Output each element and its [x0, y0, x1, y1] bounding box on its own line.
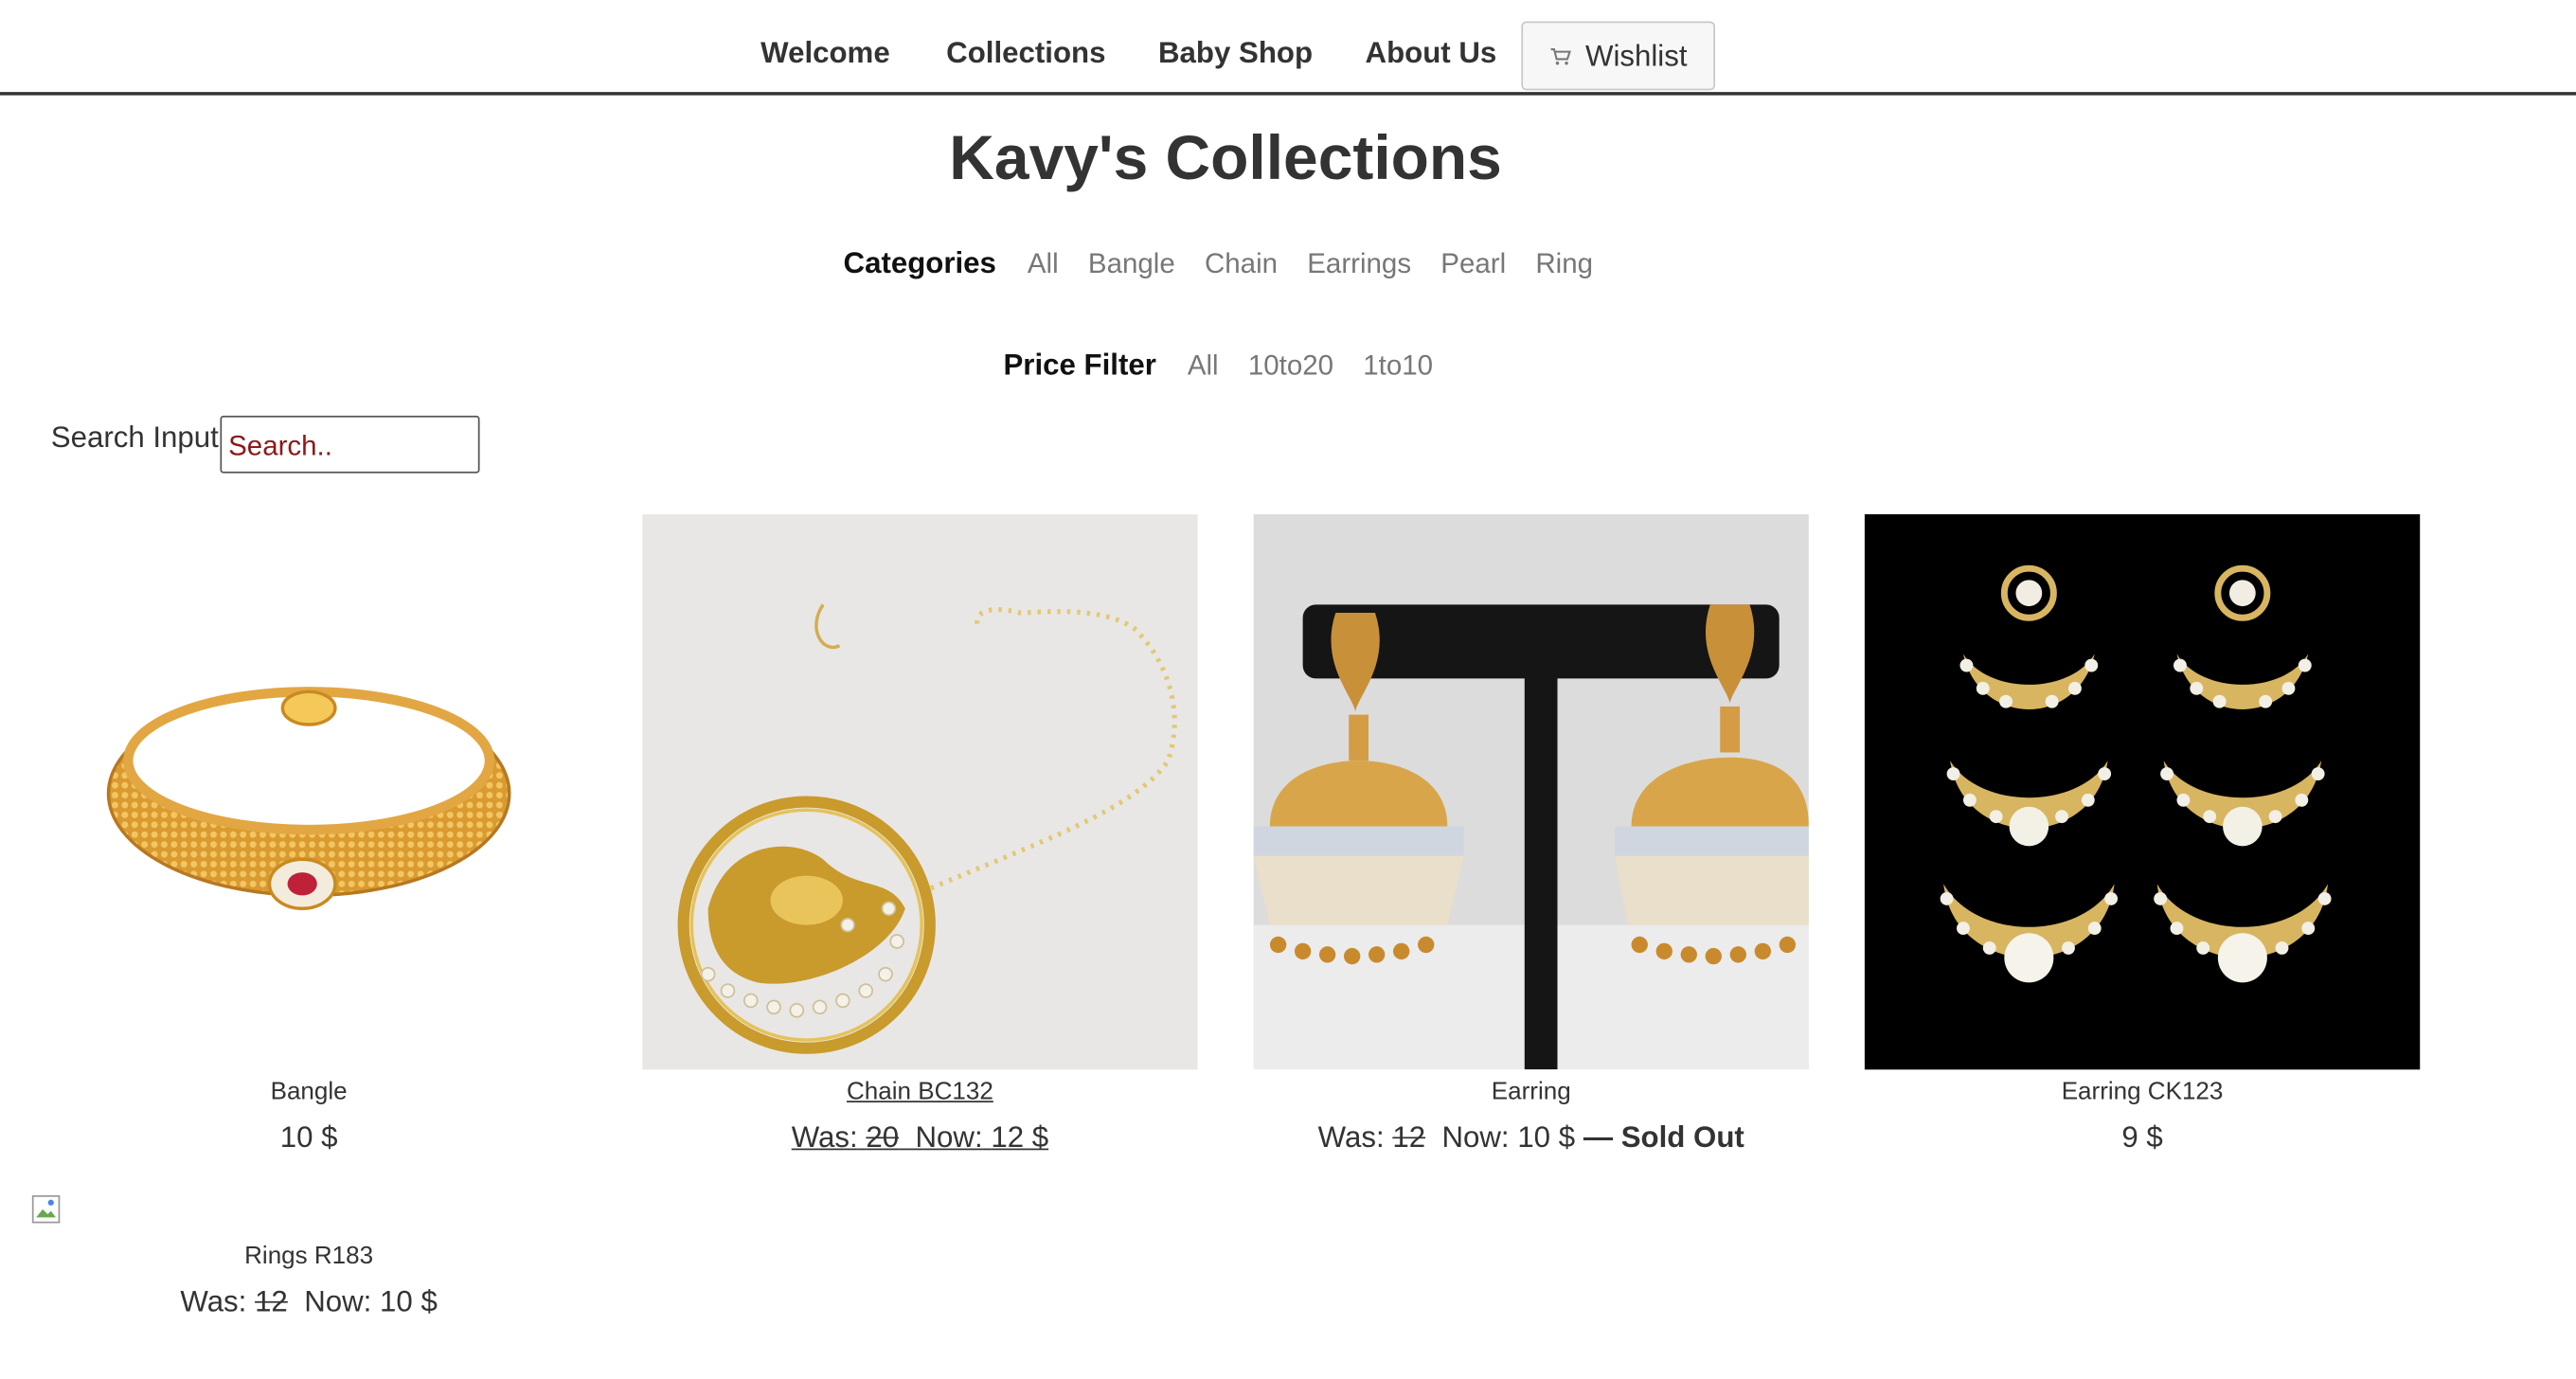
- product-image-earring[interactable]: [1253, 513, 1809, 1070]
- product-price: Was: 12 Now: 10 $: [180, 1284, 438, 1318]
- product-image-chain[interactable]: [642, 513, 1198, 1070]
- product-card: Earring Was: 12 Now: 10 $ — Sold Out: [1253, 513, 1809, 1155]
- product-price: Was: 12 Now: 10 $ — Sold Out: [1317, 1120, 1744, 1154]
- category-earrings[interactable]: Earrings: [1307, 248, 1411, 281]
- product-image-earring-ck123[interactable]: [1864, 513, 2421, 1070]
- price-filter-label: Price Filter: [1003, 348, 1156, 382]
- product-price: 9 $: [2121, 1120, 2163, 1154]
- nav-collections[interactable]: Collections: [946, 36, 1105, 70]
- category-all[interactable]: All: [1028, 248, 1059, 281]
- price-1to10[interactable]: 1to10: [1363, 349, 1433, 383]
- search-input[interactable]: [220, 415, 480, 474]
- cart-icon: [1550, 48, 1571, 65]
- nav-about-us[interactable]: About Us: [1366, 36, 1497, 70]
- product-card: Rings R183 Was: 12 Now: 10 $: [31, 1234, 586, 1319]
- wishlist-label: Wishlist: [1584, 38, 1688, 72]
- product-name-link[interactable]: Chain BC132: [642, 1076, 1197, 1109]
- categories-label: Categories: [843, 246, 996, 279]
- page: Welcome Collections Baby Shop About Us W…: [0, 0, 2576, 1378]
- wishlist-button[interactable]: Wishlist: [1521, 21, 1716, 91]
- category-ring[interactable]: Ring: [1535, 248, 1593, 281]
- sold-out-badge: — Sold Out: [1583, 1120, 1744, 1154]
- price-10to20[interactable]: 10to20: [1248, 349, 1333, 383]
- category-pearl[interactable]: Pearl: [1440, 248, 1506, 281]
- category-filter: Categories All Bangle Chain Earrings Pea…: [0, 246, 2451, 280]
- product-card: Earring CK123 9 $: [1864, 513, 2421, 1155]
- product-name: Rings R183: [244, 1242, 374, 1270]
- page-title: Kavy's Collections: [949, 124, 1502, 194]
- nav-baby-shop[interactable]: Baby Shop: [1158, 36, 1313, 70]
- nav-welcome[interactable]: Welcome: [760, 36, 890, 70]
- product-price[interactable]: Was: 20 Now: 12 $: [642, 1119, 1197, 1155]
- category-chain[interactable]: Chain: [1205, 248, 1278, 281]
- product-image-bangle[interactable]: [31, 514, 586, 1069]
- price-all[interactable]: All: [1188, 349, 1219, 383]
- broken-image-icon[interactable]: [31, 1194, 61, 1224]
- search-label: Search Input:: [50, 421, 227, 454]
- product-name: Bangle: [270, 1077, 348, 1106]
- product-price: 10 $: [279, 1120, 338, 1154]
- product-card: Chain BC132 Was: 20 Now: 12 $: [642, 513, 1198, 1155]
- product-card: Bangle 10 $: [31, 514, 586, 1155]
- product-name: Earring CK123: [2061, 1077, 2224, 1106]
- category-bangle[interactable]: Bangle: [1088, 248, 1175, 281]
- price-filter: Price Filter All 10to20 1to10: [0, 349, 2451, 383]
- top-nav: Welcome Collections Baby Shop About Us W…: [0, 0, 2576, 96]
- product-name: Earring: [1491, 1077, 1571, 1106]
